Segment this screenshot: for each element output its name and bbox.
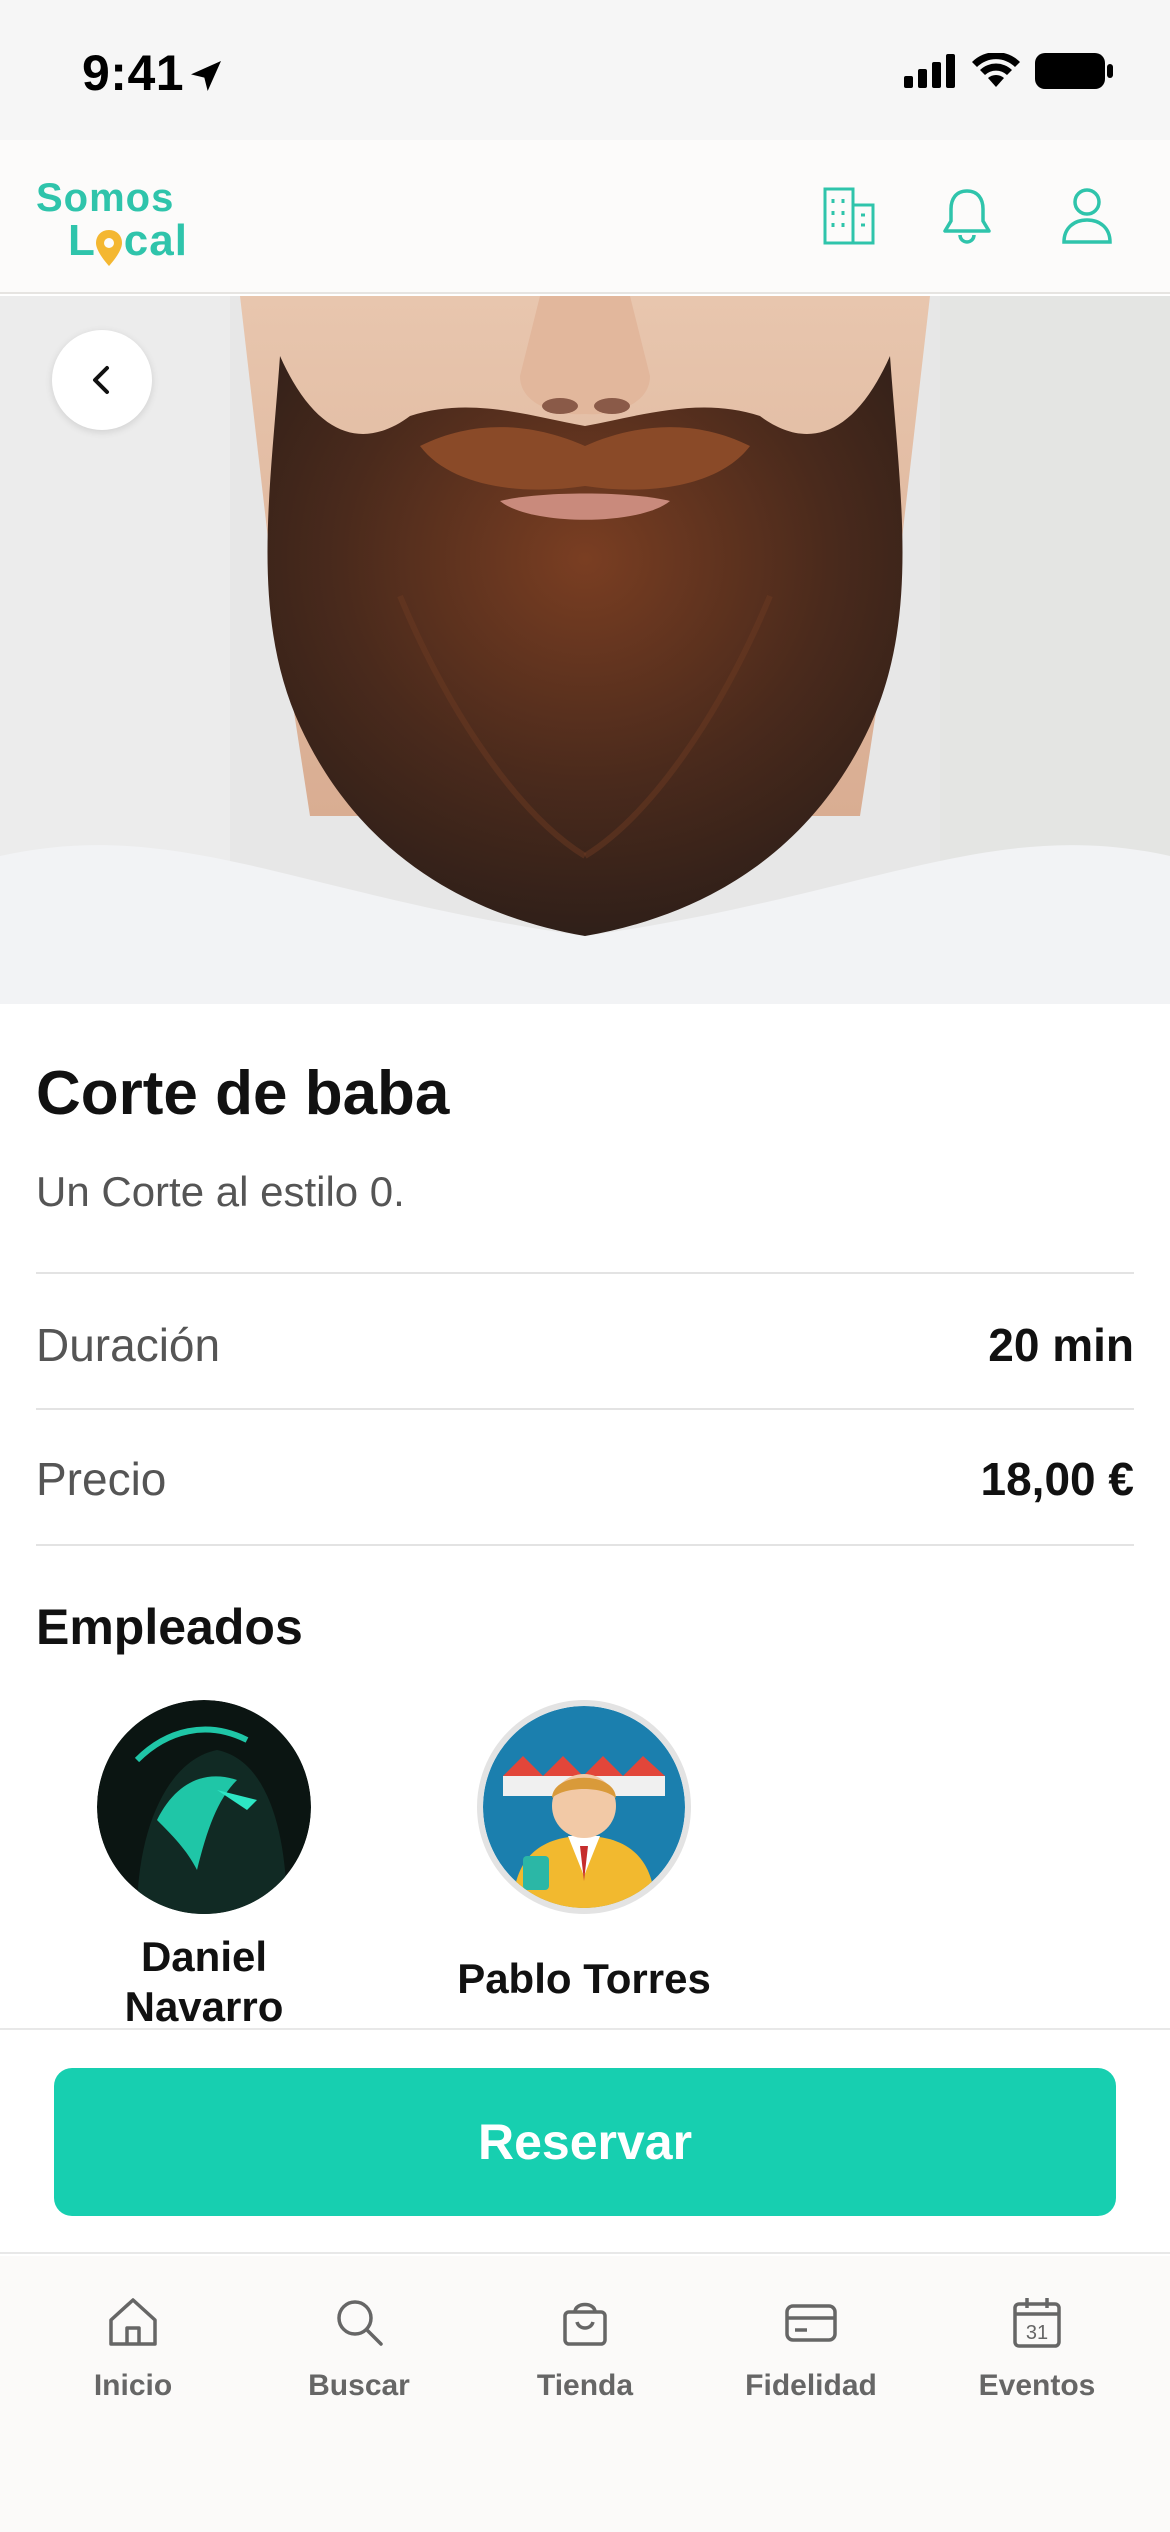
employee-name: Daniel Navarro [124,1933,284,2030]
price-label: Precio [36,1453,167,1505]
app-header: Somos Local [0,140,1170,294]
status-indicators [904,52,1114,90]
duration-label: Duración [36,1319,221,1371]
shopping-bag-icon [563,2302,607,2346]
calendar-icon: 31 [1013,2298,1061,2348]
beard-photo [0,296,1170,1004]
employee-card[interactable]: Pablo Torres [444,1700,724,2004]
tab-label: Buscar [308,2369,410,2402]
tab-eventos[interactable]: 31 Eventos [937,2292,1137,2403]
service-title: Corte de baba [36,1059,450,1128]
bell-icon[interactable] [932,180,1002,250]
status-bar: 9:41 [0,0,1170,140]
divider [36,1408,1134,1410]
tab-buscar[interactable]: Buscar [259,2292,459,2403]
tab-tienda[interactable]: Tienda [485,2292,685,2403]
tab-inicio[interactable]: Inicio [33,2292,233,2403]
logo-local-text: Local [68,216,188,265]
reserve-button[interactable]: Reservar [54,2068,1116,2216]
divider [36,1272,1134,1274]
service-description: Un Corte al estilo 0. [36,1168,405,1215]
status-time: 9:41 [82,45,185,101]
tab-label: Tienda [536,2369,634,2402]
home-icon [109,2298,157,2346]
tab-fidelidad[interactable]: Fidelidad [711,2292,911,2403]
employee-name: Pablo Torres [457,1955,711,2002]
back-button[interactable] [52,330,152,430]
tab-label: Eventos [978,2369,1096,2402]
wifi-icon [972,53,1020,87]
tab-label: Fidelidad [745,2369,877,2402]
avatar [97,1700,311,1914]
calendar-day: 31 [1026,2322,1048,2344]
service-hero-image [0,296,1170,1004]
bottom-tab-bar: Inicio Buscar Tienda Fidelidad 31 Evento… [0,2256,1170,2532]
battery-icon [1035,53,1113,89]
search-icon [337,2300,383,2346]
reserve-bar: Reservar [0,2028,1170,2254]
somos-local-logo[interactable]: Somos Local [36,176,196,266]
card-icon [785,2304,837,2342]
chevron-left-icon [93,366,109,394]
logo-somos-text: Somos [36,176,175,220]
cellular-signal-icon [904,54,955,88]
divider [36,1544,1134,1546]
map-pin-icon [96,230,122,266]
building-icon[interactable] [814,180,884,250]
user-icon[interactable] [1052,180,1122,250]
avatar [477,1700,691,1914]
price-value: 18,00 € [980,1453,1134,1505]
employees-section-title: Empleados [36,1599,303,1655]
tab-label: Inicio [93,2369,173,2402]
location-arrow-icon [191,61,221,91]
duration-value: 20 min [988,1319,1134,1371]
employee-card[interactable]: Daniel Navarro [64,1700,344,2032]
